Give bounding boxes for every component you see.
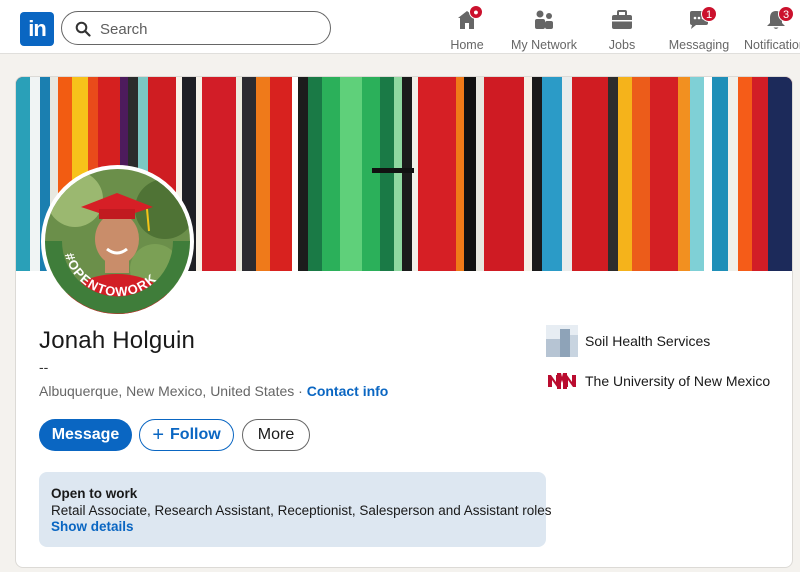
nav-my-network-label: My Network [511, 38, 577, 52]
open-to-work-title: Open to work [51, 486, 138, 501]
nav-my-network[interactable]: My Network [510, 6, 578, 52]
location-row: Albuquerque, New Mexico, United States ·… [39, 383, 388, 399]
org-current-company-name: Soil Health Services [585, 333, 711, 349]
messaging-badge: 1 [701, 6, 717, 22]
bell-icon: 3 [764, 6, 794, 32]
search-input[interactable] [100, 18, 320, 40]
message-button[interactable]: Message [39, 419, 132, 451]
nav-jobs[interactable]: Jobs [604, 6, 640, 52]
nav-notifications[interactable]: 3 Notifications [744, 6, 800, 52]
home-icon: ● [455, 5, 483, 32]
profile-name: Jonah Holguin [39, 327, 196, 354]
nav-notifications-label: Notifications [744, 38, 800, 52]
follow-button[interactable]: + Follow [139, 419, 234, 451]
org-current-company[interactable]: Soil Health Services [546, 325, 710, 357]
plus-icon: + [152, 424, 165, 446]
nav-messaging-label: Messaging [668, 38, 730, 52]
nav-home-label: Home [450, 38, 484, 52]
linkedin-logo[interactable]: in [20, 12, 54, 46]
more-button[interactable]: More [242, 419, 310, 451]
search-box[interactable] [61, 11, 331, 45]
open-to-work-roles: Retail Associate, Research Assistant, Re… [51, 503, 552, 518]
show-details-link[interactable]: Show details [51, 519, 134, 534]
briefcase-icon [610, 8, 634, 32]
profile-photo[interactable]: #OPENTOWORK [41, 165, 194, 318]
unm-logo [546, 365, 578, 397]
profile-headline: -- [39, 359, 49, 375]
location-separator: · [294, 383, 307, 399]
profile-location: Albuquerque, New Mexico, United States [39, 383, 295, 399]
profile-card: #OPENTOWORK Jonah Holguin -- Albuquerque… [15, 76, 793, 568]
notifications-badge: 3 [778, 6, 794, 22]
nav-home[interactable]: ● Home [448, 5, 486, 52]
contact-info-link[interactable]: Contact info [307, 383, 389, 399]
notification-dot: ● [469, 5, 483, 19]
top-navigation: in ● Home My Network [0, 0, 800, 54]
org-education-name: The University of New Mexico [585, 373, 771, 389]
org-education[interactable]: The University of New Mexico [546, 365, 770, 397]
messaging-icon: 1 [687, 6, 717, 32]
search-icon [75, 21, 91, 37]
nav-jobs-label: Jobs [608, 38, 636, 52]
company-logo [546, 325, 578, 357]
open-to-work-box: Open to work Retail Associate, Research … [39, 472, 552, 547]
network-icon [532, 8, 556, 32]
nav-messaging[interactable]: 1 Messaging [668, 6, 730, 52]
follow-label: Follow [170, 426, 221, 443]
